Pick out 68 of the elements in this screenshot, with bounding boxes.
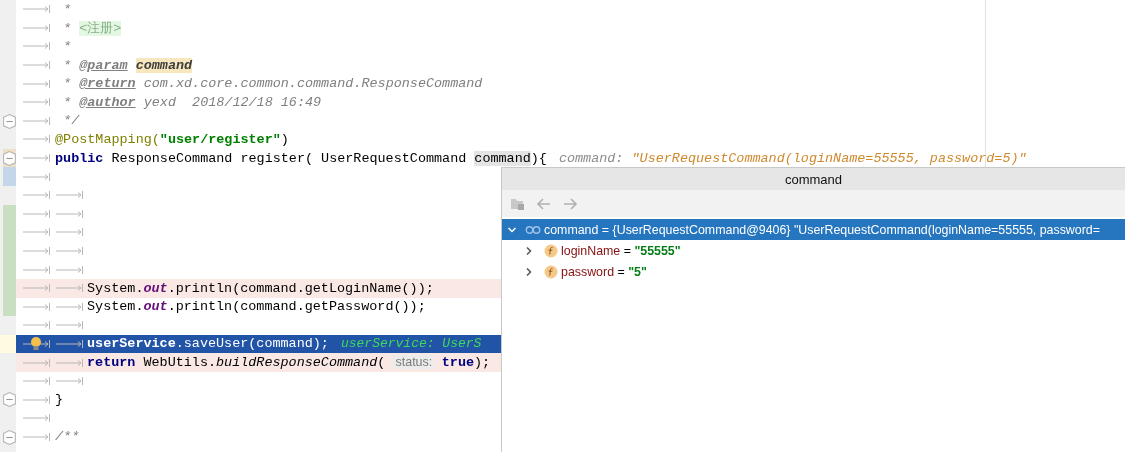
inline-value-hint: userService: UserS <box>340 336 482 352</box>
code-line: * @param command <box>62 57 193 73</box>
tab-marker-icon <box>55 246 84 256</box>
tab-marker-icon <box>22 41 51 52</box>
code-line: /** <box>55 429 80 445</box>
tab-marker-icon <box>55 208 84 219</box>
tab-marker-icon <box>22 190 51 201</box>
code-line: System.out.println(command.getPassword()); <box>87 299 426 315</box>
tree-row-text: loginName = "55555" <box>561 243 681 258</box>
chevron-right-icon[interactable] <box>524 245 534 256</box>
tab-marker-icon <box>22 171 51 182</box>
lightbulb-icon[interactable] <box>30 335 42 352</box>
code-line: */ <box>62 113 80 129</box>
tab-marker-icon <box>55 320 84 331</box>
tab-marker-icon <box>22 376 51 387</box>
code-line: public ResponseCommand register( UserRequestCommand command){ <box>55 150 547 166</box>
chevron-right-icon[interactable] <box>524 266 534 277</box>
tab-marker-icon <box>55 376 84 387</box>
tab-marker-icon <box>22 301 51 312</box>
field-icon <box>544 243 558 258</box>
tab-marker-icon <box>22 339 51 349</box>
tab-marker-icon <box>22 60 51 71</box>
tab-marker-icon <box>22 227 51 238</box>
tab-marker-icon <box>22 97 51 108</box>
forward-arrow-icon[interactable] <box>562 196 578 211</box>
tab-marker-icon <box>55 283 84 294</box>
tab-marker-icon <box>22 413 51 424</box>
tree-row-text: command = {UserRequestCommand@9406} "UserRequestCommand(loginName=55555, password= <box>544 222 1100 237</box>
tab-marker-icon <box>22 394 51 405</box>
tree-row[interactable]: command = {UserRequestCommand@9406} "UserRequestCommand(loginName=55555, password= <box>502 219 1125 240</box>
tab-marker-icon <box>22 22 51 33</box>
tab-marker-icon <box>22 134 51 145</box>
tab-marker-icon <box>22 283 51 294</box>
tree-row-text: password = "5" <box>561 264 647 279</box>
code-line: * <注册> <box>62 19 122 37</box>
tab-marker-icon <box>22 431 51 442</box>
tree-row[interactable]: password = "5" <box>502 261 1125 282</box>
tab-marker-icon <box>22 4 51 15</box>
tree-row[interactable]: loginName = "55555" <box>502 240 1125 261</box>
tab-marker-icon <box>55 227 84 238</box>
tab-marker-icon <box>55 301 84 312</box>
code-line: return WebUtils.buildResponseCommand( status: true); <box>87 355 491 371</box>
code-line: * @author yexd 2018/12/18 16:49 <box>62 94 322 110</box>
tab-marker-icon <box>55 264 84 275</box>
tab-marker-icon <box>22 208 51 219</box>
code-line: System.out.println(command.getLoginName()); <box>87 280 434 296</box>
code-line: * @return com.xd.core.common.command.ResponseCommand <box>62 76 483 92</box>
tab-marker-icon <box>22 246 51 256</box>
code-line: * <box>62 39 72 54</box>
code-line: @PostMapping("user/register") <box>55 131 289 147</box>
tab-marker-icon <box>55 190 84 201</box>
tab-marker-icon <box>22 78 51 89</box>
tab-marker-icon <box>55 339 84 349</box>
inline-value-hint: command: "UserRequestCommand(loginName=55555, password=5)" <box>558 150 1027 166</box>
code-line: userService.saveUser(command); <box>87 336 329 352</box>
tab-marker-icon <box>22 115 51 126</box>
tab-marker-icon <box>22 320 51 331</box>
field-icon <box>544 264 558 279</box>
tab-marker-icon <box>55 357 84 368</box>
tab-marker-icon <box>22 264 51 275</box>
watch-icon <box>525 224 541 235</box>
folder-icon[interactable] <box>510 196 526 211</box>
code-line: } <box>55 392 64 408</box>
tab-marker-icon <box>22 153 51 164</box>
popup-title: command <box>502 168 1125 190</box>
tab-marker-icon <box>22 357 51 368</box>
back-arrow-icon[interactable] <box>536 196 552 211</box>
code-line: * <box>62 1 72 17</box>
